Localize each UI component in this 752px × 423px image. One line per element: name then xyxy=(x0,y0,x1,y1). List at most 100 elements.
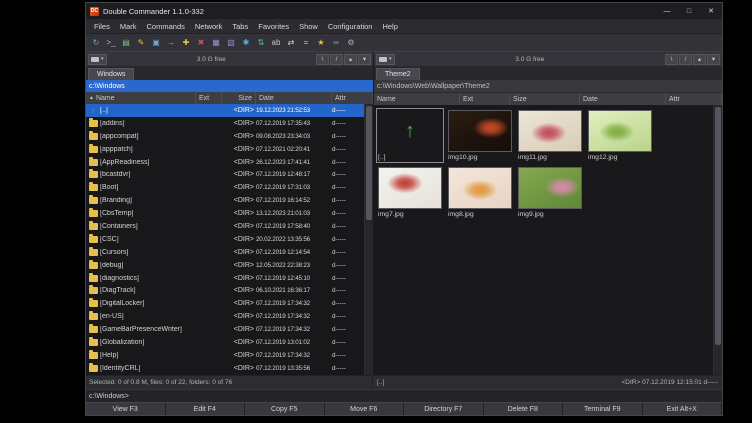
left-scrollbar[interactable] xyxy=(364,104,373,375)
file-row[interactable]: [apppatch]<DIR>07.12.2021 02:20:41d----- xyxy=(86,143,364,156)
thumb-item[interactable]: img11.jpg xyxy=(516,108,584,163)
file-row[interactable]: ↑[..]<DIR>19.12.2023 21:52:53d----- xyxy=(86,104,364,117)
file-row[interactable]: [addins]<DIR>07.12.2019 17:35:43d----- xyxy=(86,117,364,130)
fnkey-f9[interactable]: Terminal F9 xyxy=(563,402,643,415)
right-parent-dir-button[interactable]: / xyxy=(679,54,692,65)
column-header-date[interactable]: Date xyxy=(580,93,666,105)
column-header-ext[interactable]: Ext xyxy=(460,93,510,105)
right-scrollbar[interactable] xyxy=(713,105,722,375)
file-row[interactable]: [bcastdvr]<DIR>07.12.2019 12:48:17d----- xyxy=(86,168,364,181)
thumb-item-parent[interactable]: ↑[..] xyxy=(376,108,444,163)
move-icon[interactable]: → xyxy=(164,36,178,49)
thumb-item[interactable]: img9.jpg xyxy=(516,165,584,220)
minimize-button[interactable]: — xyxy=(656,3,678,19)
thumb-item[interactable]: img8.jpg xyxy=(446,165,514,220)
copy-icon[interactable]: ▣ xyxy=(149,36,163,49)
file-row[interactable]: [Help]<DIR>07.12.2019 17:34:32d----- xyxy=(86,349,364,362)
menu-item-mark[interactable]: Mark xyxy=(115,22,142,31)
file-size: <DIR> xyxy=(222,275,256,282)
thumb-item[interactable]: img7.jpg xyxy=(376,165,444,220)
right-up-button[interactable]: ▴ xyxy=(693,54,706,65)
right-drive-button[interactable]: ▾ xyxy=(376,54,395,65)
file-row[interactable]: [GameBarPresenceWriter]<DIR>07.12.2019 1… xyxy=(86,323,364,336)
swap-panels-icon[interactable]: ⇄ xyxy=(284,36,298,49)
file-row[interactable]: [Cursors]<DIR>07.12.2019 12:14:54d----- xyxy=(86,246,364,259)
right-column-headers: Name Ext Size Date Attr xyxy=(374,93,722,105)
left-path-bar[interactable]: c:\Windows xyxy=(86,80,373,92)
column-header-ext[interactable]: Ext xyxy=(196,92,222,104)
left-up-button[interactable]: ▴ xyxy=(344,54,357,65)
menu-item-commands[interactable]: Commands xyxy=(142,22,190,31)
column-header-name[interactable]: Name xyxy=(374,93,460,105)
sync-dirs-icon[interactable]: ⇅ xyxy=(254,36,268,49)
menu-item-show[interactable]: Show xyxy=(294,22,323,31)
right-path-bar[interactable]: c:\Windows\Web\Wallpaper\Theme2 xyxy=(374,80,722,93)
menu-item-network[interactable]: Network xyxy=(190,22,228,31)
command-input[interactable] xyxy=(129,390,722,402)
search-icon[interactable]: ✱ xyxy=(239,36,253,49)
file-attr: d----- xyxy=(332,352,364,359)
file-row[interactable]: [debug]<DIR>12.05.2022 22:38:23d----- xyxy=(86,259,364,272)
column-header-attr[interactable]: Attr xyxy=(332,92,373,104)
file-row[interactable]: [Boot]<DIR>07.12.2019 17:31:03d----- xyxy=(86,181,364,194)
right-history-dropdown-button[interactable]: ▾ xyxy=(707,54,720,65)
fnkey-f6[interactable]: Move F6 xyxy=(325,402,405,415)
menu-item-favorites[interactable]: Favorites xyxy=(253,22,294,31)
file-row[interactable]: [appcompat]<DIR>09.08.2023 23:34:03d----… xyxy=(86,130,364,143)
refresh-icon[interactable]: ↻ xyxy=(89,36,103,49)
file-row[interactable]: [DigitalLocker]<DIR>07.12.2019 17:34:32d… xyxy=(86,297,364,310)
fnkey-f5[interactable]: Copy F5 xyxy=(245,402,325,415)
file-row[interactable]: [AppReadiness]<DIR>26.12.2023 17:41:41d-… xyxy=(86,156,364,169)
thumb-item[interactable]: img12.jpg xyxy=(586,108,654,163)
scroll-thumb[interactable] xyxy=(366,106,372,220)
file-row[interactable]: [CbsTemp]<DIR>13.12.2023 21:01:03d----- xyxy=(86,207,364,220)
favorites-icon[interactable]: ★ xyxy=(314,36,328,49)
file-attr: d----- xyxy=(332,107,364,114)
pack-icon[interactable]: ▦ xyxy=(209,36,223,49)
file-row[interactable]: [Globalization]<DIR>07.12.2019 13:01:02d… xyxy=(86,336,364,349)
run-terminal-icon[interactable]: >_ xyxy=(104,36,118,49)
fnkey-f4[interactable]: Edit F4 xyxy=(166,402,246,415)
file-row[interactable]: [DiagTrack]<DIR>06.10.2021 16:36:17d----… xyxy=(86,284,364,297)
fnkey-f8[interactable]: Delete F8 xyxy=(484,402,564,415)
left-root-dir-button[interactable]: \ xyxy=(316,54,329,65)
file-row[interactable]: [en-US]<DIR>07.12.2019 17:34:32d----- xyxy=(86,310,364,323)
compare-icon[interactable]: = xyxy=(299,36,313,49)
view-icon[interactable]: ▤ xyxy=(119,36,133,49)
maximize-button[interactable]: □ xyxy=(678,3,700,19)
file-row[interactable]: [Branding]<DIR>07.12.2019 16:14:52d----- xyxy=(86,194,364,207)
left-tab-windows[interactable]: Windows xyxy=(88,68,134,80)
file-row[interactable]: [CSC]<DIR>20.02.2022 13:35:56d----- xyxy=(86,233,364,246)
left-drive-button[interactable]: ▾ xyxy=(88,54,107,65)
scroll-thumb[interactable] xyxy=(715,107,721,345)
column-header-name[interactable]: ▲ Name xyxy=(86,92,196,104)
delete-icon[interactable]: ✖ xyxy=(194,36,208,49)
file-row[interactable]: [IdentityCRL]<DIR>07.12.2019 13:35:56d--… xyxy=(86,362,364,375)
network-icon[interactable]: ∞ xyxy=(329,36,343,49)
multi-rename-icon[interactable]: ab xyxy=(269,36,283,49)
left-parent-dir-button[interactable]: / xyxy=(330,54,343,65)
thumb-item[interactable]: img10.jpg xyxy=(446,108,514,163)
menu-item-files[interactable]: Files xyxy=(89,22,115,31)
file-row[interactable]: [diagnostics]<DIR>07.12.2019 12:45:10d--… xyxy=(86,272,364,285)
close-button[interactable]: ✕ xyxy=(700,3,722,19)
fnkey-alt-x[interactable]: Exit Alt+X xyxy=(643,402,723,415)
edit-icon[interactable]: ✎ xyxy=(134,36,148,49)
left-history-dropdown-button[interactable]: ▾ xyxy=(358,54,371,65)
column-header-attr[interactable]: Attr xyxy=(666,93,722,105)
file-row[interactable]: [Containers]<DIR>07.12.2019 17:58:40d---… xyxy=(86,220,364,233)
fnkey-f7[interactable]: Directory F7 xyxy=(404,402,484,415)
fnkey-f3[interactable]: View F3 xyxy=(86,402,166,415)
menu-item-configuration[interactable]: Configuration xyxy=(323,22,378,31)
new-folder-icon[interactable]: ✚ xyxy=(179,36,193,49)
column-header-size[interactable]: Size xyxy=(222,92,256,104)
column-header-date[interactable]: Date xyxy=(256,92,332,104)
menu-item-tabs[interactable]: Tabs xyxy=(227,22,253,31)
options-icon[interactable]: ⚙ xyxy=(344,36,358,49)
command-line: c:\Windows> xyxy=(86,389,722,402)
column-header-size[interactable]: Size xyxy=(510,93,580,105)
right-root-dir-button[interactable]: \ xyxy=(665,54,678,65)
menu-item-help[interactable]: Help xyxy=(377,22,402,31)
extract-icon[interactable]: ▧ xyxy=(224,36,238,49)
right-tab-theme2[interactable]: Theme2 xyxy=(376,68,420,80)
